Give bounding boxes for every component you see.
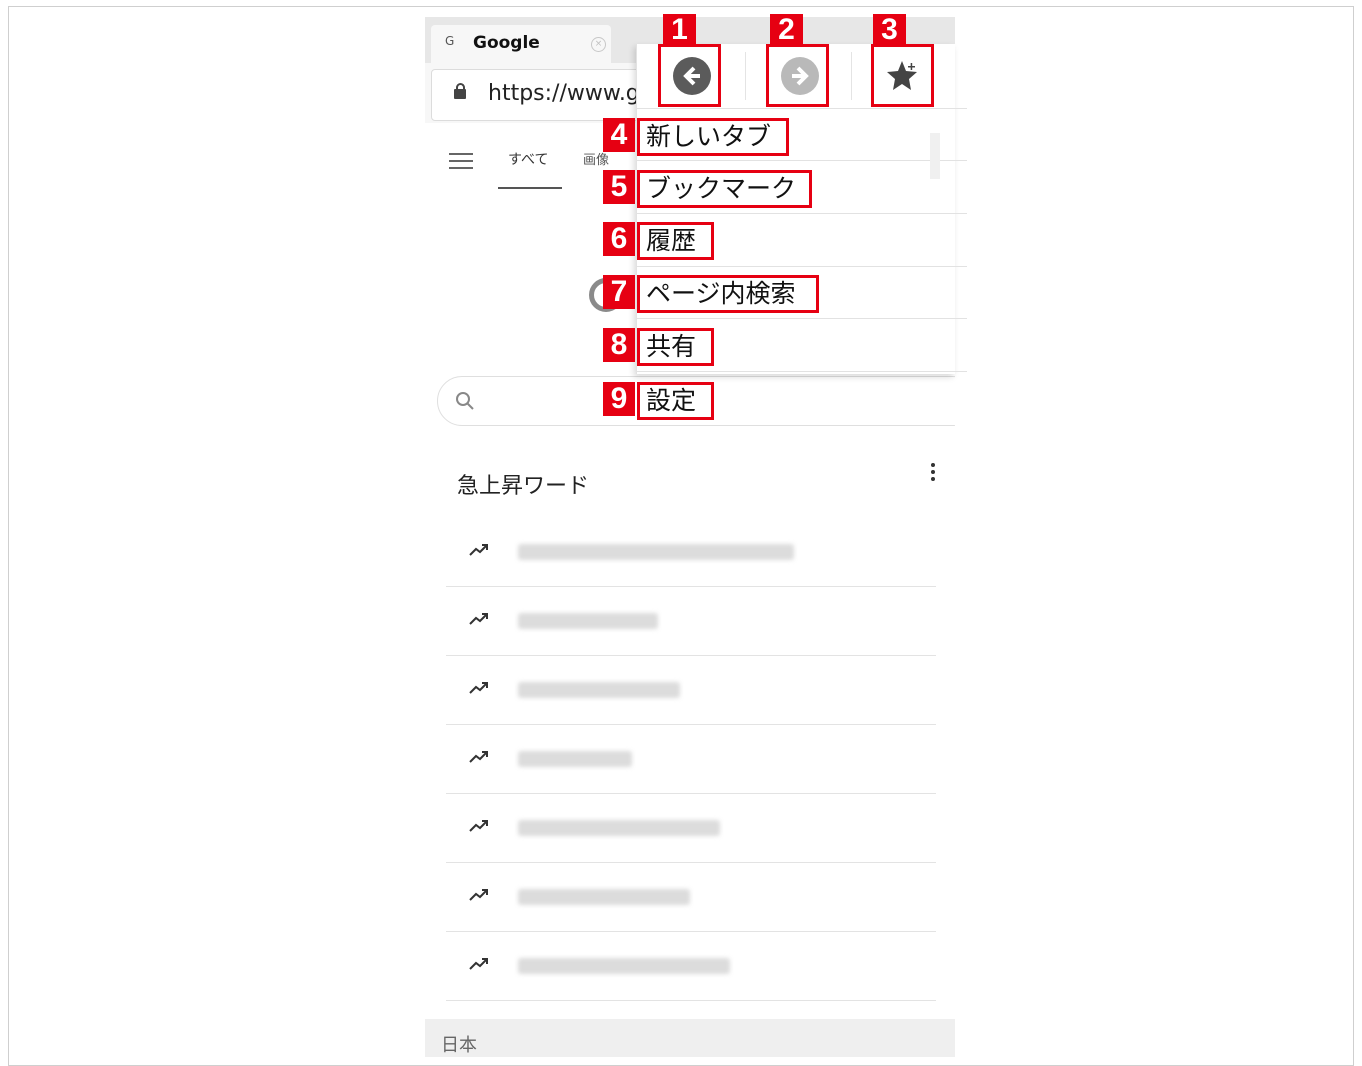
trending-up-icon (469, 613, 488, 625)
google-favicon-icon: G (445, 34, 455, 48)
callout-badge-1: 1 (663, 14, 696, 46)
menu-label-share: 共有 (637, 328, 714, 366)
menu-divider (745, 52, 746, 100)
url-text: https://www.g (488, 81, 640, 106)
callout-badge-3: 3 (873, 14, 906, 46)
trending-up-icon (469, 751, 488, 763)
menu-label-settings: 設定 (637, 382, 714, 420)
trending-item[interactable] (446, 932, 936, 1001)
tab-all[interactable]: すべて (508, 149, 548, 169)
footer: 日本 (425, 1019, 955, 1057)
blurred-keyword (518, 544, 794, 560)
callout-badge-5: 5 (603, 170, 635, 204)
menu-label-find-in-page: ページ内検索 (637, 275, 819, 313)
blurred-keyword (518, 820, 720, 836)
trending-up-icon (469, 820, 488, 832)
callout-badge-2: 2 (770, 14, 803, 46)
trending-up-icon (469, 958, 488, 970)
trending-item[interactable] (446, 518, 936, 587)
callout-box-back (658, 44, 721, 107)
trending-item[interactable] (446, 656, 936, 725)
menu-label-history: 履歴 (637, 222, 714, 260)
trending-up-icon (469, 682, 488, 694)
trending-item[interactable] (446, 794, 936, 863)
callout-badge-4: 4 (603, 118, 635, 152)
browser-tab[interactable]: G Google × (431, 25, 611, 63)
menu-scrollbar[interactable] (930, 133, 940, 179)
lock-icon (454, 83, 466, 99)
blurred-keyword (518, 958, 730, 974)
blurred-keyword (518, 889, 690, 905)
trending-item[interactable] (446, 587, 936, 656)
active-tab-indicator (498, 187, 562, 189)
callout-badge-6: 6 (603, 222, 635, 256)
callout-badge-7: 7 (603, 275, 635, 309)
menu-divider (851, 52, 852, 100)
callout-box-forward (766, 44, 829, 107)
blurred-keyword (518, 613, 658, 629)
close-tab-icon[interactable]: × (591, 37, 606, 52)
trending-up-icon (469, 544, 488, 556)
trending-list (446, 518, 936, 1001)
tab-title: Google (473, 33, 540, 53)
footer-region: 日本 (441, 1035, 477, 1056)
trending-item[interactable] (446, 725, 936, 794)
more-options-icon[interactable] (930, 463, 936, 484)
trending-up-icon (469, 889, 488, 901)
callout-box-bookmark-add (871, 44, 934, 107)
menu-label-bookmarks: ブックマーク (637, 170, 812, 208)
blurred-keyword (518, 751, 632, 767)
search-icon (456, 392, 474, 410)
hamburger-menu-icon[interactable] (449, 153, 473, 174)
trending-title: 急上昇ワード (457, 474, 590, 499)
blurred-keyword (518, 682, 680, 698)
menu-label-new-tab: 新しいタブ (637, 118, 789, 156)
callout-badge-9: 9 (603, 382, 635, 416)
trending-item[interactable] (446, 863, 936, 932)
callout-badge-8: 8 (603, 328, 635, 362)
